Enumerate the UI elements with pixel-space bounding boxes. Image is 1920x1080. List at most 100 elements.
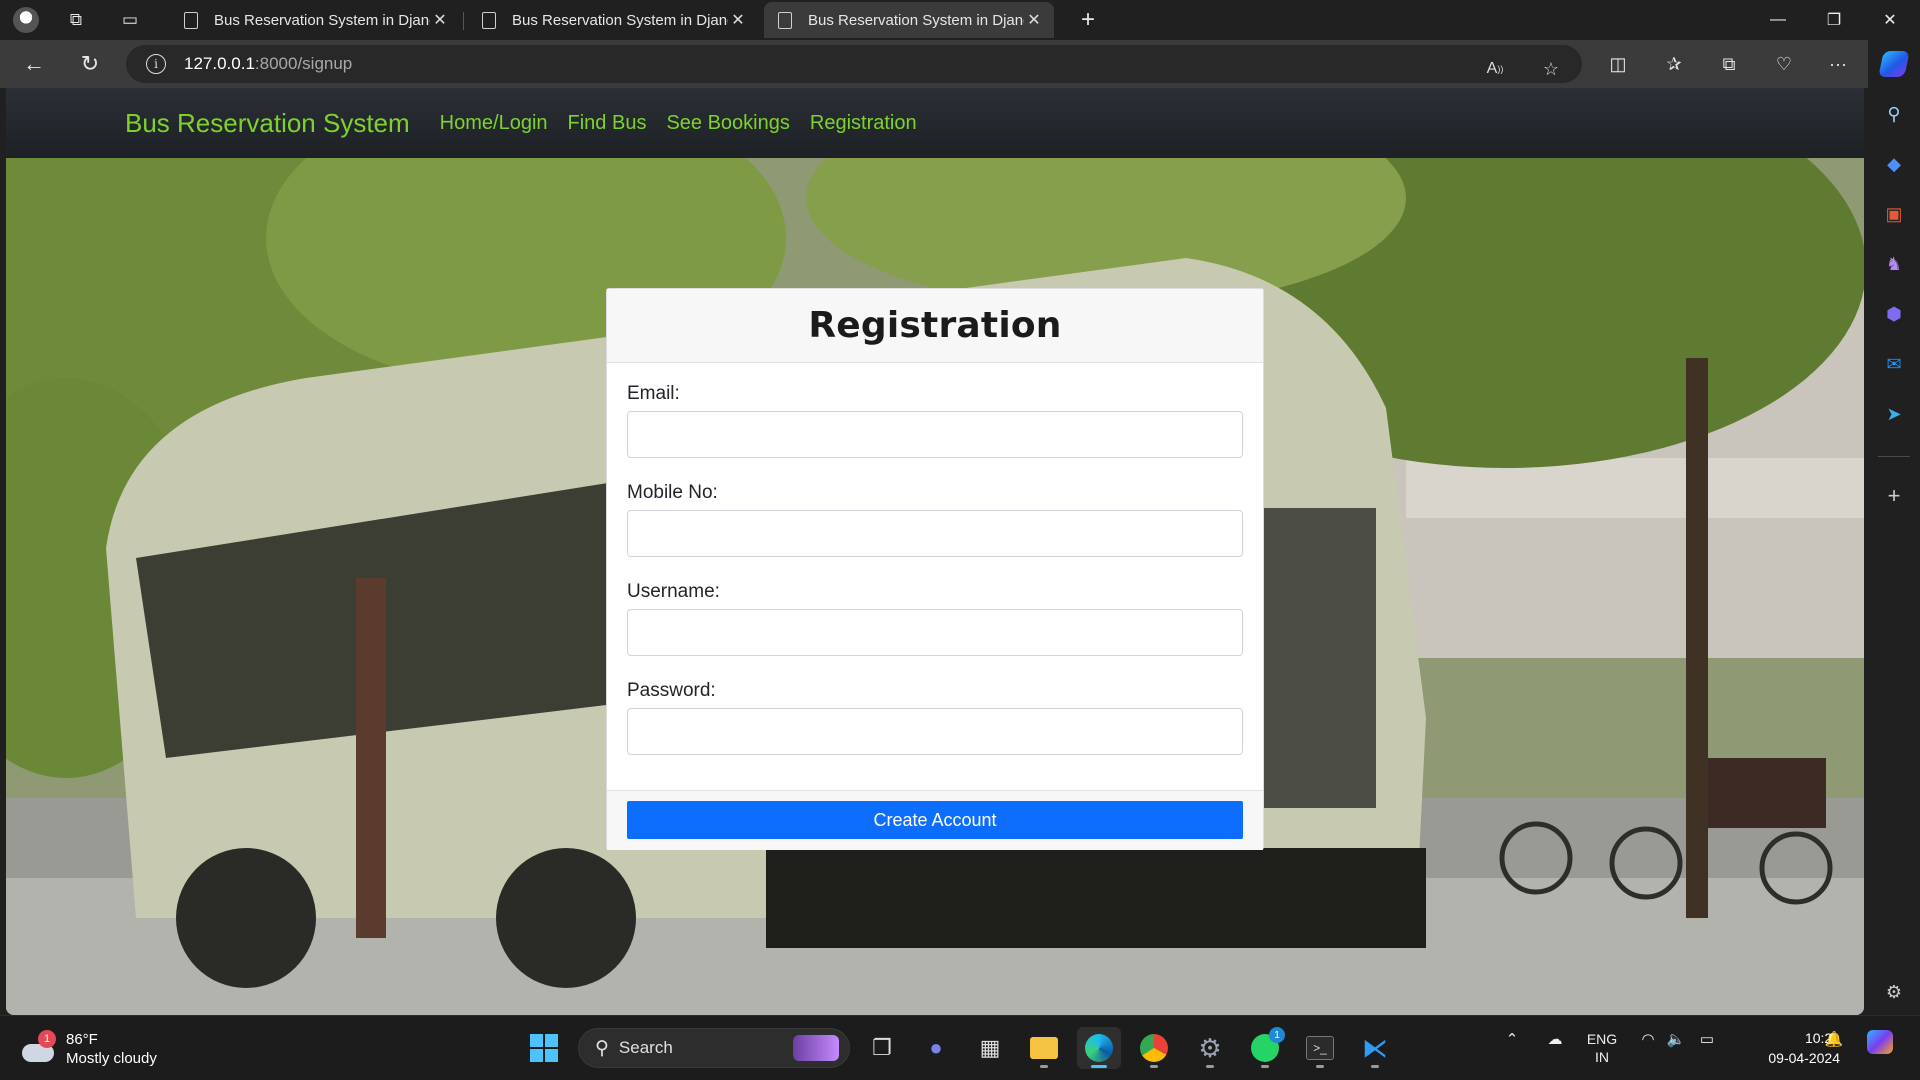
read-aloud-icon[interactable]: A)) xyxy=(1478,52,1512,86)
notifications-bell-icon[interactable]: 🔔 xyxy=(1822,1030,1846,1048)
more-options-icon[interactable]: ··· xyxy=(1818,47,1858,81)
registration-form: Email: Mobile No: Username: Password: xyxy=(607,363,1263,755)
weather-badge: 1 xyxy=(38,1030,56,1048)
whatsapp-badge: 1 xyxy=(1269,1027,1285,1043)
onedrive-icon[interactable]: ☁ xyxy=(1540,1030,1570,1048)
minimize-button[interactable]: — xyxy=(1750,0,1806,40)
password-label: Password: xyxy=(627,680,716,701)
taskbar-search[interactable]: ⚲ Search xyxy=(578,1028,850,1068)
refresh-button[interactable]: ↻ xyxy=(72,47,108,81)
mobile-field[interactable] xyxy=(627,510,1243,557)
close-icon[interactable]: ✕ xyxy=(1024,10,1044,30)
workspaces-icon[interactable]: ⧉ xyxy=(58,4,94,36)
search-icon: ⚲ xyxy=(595,1037,609,1059)
tab-3-active[interactable]: Bus Reservation System in Django ✕ xyxy=(764,2,1054,38)
edge-browser-icon[interactable] xyxy=(1077,1027,1121,1069)
close-icon[interactable]: ✕ xyxy=(728,10,748,30)
sidebar-settings-icon[interactable]: ⚙ xyxy=(1876,974,1912,1010)
browser-essentials-icon[interactable]: ♡ xyxy=(1764,47,1804,81)
microsoft-store-icon[interactable]: ▦ xyxy=(968,1027,1012,1069)
task-view-icon[interactable]: ❐ xyxy=(860,1027,904,1069)
vscode-icon[interactable]: ⧔ xyxy=(1353,1027,1397,1069)
mobile-label: Mobile No: xyxy=(627,482,718,503)
site-navbar: Bus Reservation System Home/Login Find B… xyxy=(6,88,1864,158)
site-brand[interactable]: Bus Reservation System xyxy=(125,108,410,139)
nav-link-see-bookings[interactable]: See Bookings xyxy=(666,112,789,135)
teams-chat-icon[interactable]: ● xyxy=(914,1027,958,1069)
close-icon[interactable]: ✕ xyxy=(430,10,450,30)
weather-temperature: 86°F xyxy=(66,1031,98,1048)
cloud-icon: 1 xyxy=(20,1030,56,1064)
edge-sidebar xyxy=(1868,40,1920,1015)
address-bar[interactable]: i 127.0.0.1:8000/signup A)) ☆ xyxy=(126,45,1582,83)
back-button[interactable]: ← xyxy=(16,47,52,81)
search-highlight-icon xyxy=(793,1035,839,1061)
favorites-icon[interactable]: ✰ xyxy=(1654,47,1694,81)
password-field[interactable] xyxy=(627,708,1243,755)
drop-icon[interactable]: ➤ xyxy=(1876,396,1912,432)
collections-icon[interactable]: ⧉ xyxy=(1709,47,1749,81)
url-path: :8000/signup xyxy=(254,54,353,73)
nav-link-home-login[interactable]: Home/Login xyxy=(440,112,548,135)
nav-link-find-bus[interactable]: Find Bus xyxy=(568,112,647,135)
window-close-button[interactable]: ✕ xyxy=(1862,0,1918,40)
weather-widget[interactable]: 1 86°F Mostly cloudy xyxy=(20,1030,157,1068)
info-icon[interactable]: i xyxy=(146,54,166,74)
url-host: 127.0.0.1 xyxy=(184,54,255,73)
region-code: IN xyxy=(1595,1049,1609,1065)
web-page-viewport: Bus Reservation System Home/Login Find B… xyxy=(6,88,1864,1015)
registration-card: Registration Email: Mobile No: Username:… xyxy=(606,288,1264,850)
profile-avatar[interactable] xyxy=(8,4,44,36)
language-code: ENG xyxy=(1586,1031,1618,1047)
tab-divider xyxy=(463,12,464,30)
clock-date: 09-04-2024 xyxy=(1768,1050,1840,1066)
sidebar-divider xyxy=(1878,456,1910,457)
language-indicator[interactable]: ENG IN xyxy=(1580,1030,1624,1066)
document-icon xyxy=(184,11,198,29)
windows-taskbar: 1 86°F Mostly cloudy ⚲ Search ❐ ● ▦ ⚙ 1 xyxy=(0,1015,1920,1080)
games-icon[interactable]: ♞ xyxy=(1876,246,1912,282)
browser-tab-strip: ⧉ ▭ Bus Reservation System in Django ✕ B… xyxy=(0,0,1920,40)
email-field[interactable] xyxy=(627,411,1243,458)
shopping-tag-icon[interactable]: ◆ xyxy=(1876,146,1912,182)
tab-title: Bus Reservation System in Django xyxy=(808,11,1024,29)
username-label: Username: xyxy=(627,581,720,602)
tab-1[interactable]: Bus Reservation System in Django ✕ xyxy=(170,2,460,38)
tab-title: Bus Reservation System in Django xyxy=(512,11,728,29)
wifi-icon[interactable]: ◠ xyxy=(1636,1030,1660,1048)
split-screen-icon[interactable]: ◫ xyxy=(1598,47,1638,81)
vertical-tabs-icon[interactable]: ▭ xyxy=(112,4,148,36)
whatsapp-icon[interactable]: 1 xyxy=(1243,1027,1287,1069)
weather-description: Mostly cloudy xyxy=(66,1050,157,1067)
terminal-icon[interactable]: >_ xyxy=(1298,1027,1342,1069)
tools-icon[interactable]: ▣ xyxy=(1876,196,1912,232)
search-label: Search xyxy=(618,1038,673,1057)
email-label: Email: xyxy=(627,383,680,404)
nav-link-registration[interactable]: Registration xyxy=(810,112,917,135)
settings-gear-icon[interactable]: ⚙ xyxy=(1188,1027,1232,1069)
new-tab-button[interactable]: + xyxy=(1070,4,1106,36)
document-icon xyxy=(482,11,496,29)
create-account-button[interactable]: Create Account xyxy=(627,801,1243,839)
copilot-icon[interactable] xyxy=(1872,44,1916,84)
search-icon[interactable]: ⚲ xyxy=(1876,96,1912,132)
tab-title: Bus Reservation System in Django xyxy=(214,11,430,29)
card-header: Registration xyxy=(607,289,1263,363)
copilot-taskbar-icon[interactable] xyxy=(1864,1030,1896,1054)
file-explorer-icon[interactable] xyxy=(1022,1027,1066,1069)
card-footer: Create Account xyxy=(607,790,1263,850)
restore-button[interactable]: ❐ xyxy=(1806,0,1862,40)
battery-icon[interactable]: ▭ xyxy=(1694,1030,1720,1048)
outlook-icon[interactable]: ✉ xyxy=(1876,346,1912,382)
add-sidebar-app-icon[interactable]: + xyxy=(1876,478,1912,514)
microsoft-365-icon[interactable]: ⬢ xyxy=(1876,296,1912,332)
volume-icon[interactable]: 🔈 xyxy=(1664,1030,1688,1048)
chrome-icon[interactable] xyxy=(1132,1027,1176,1069)
favorite-star-icon[interactable]: ☆ xyxy=(1534,52,1568,86)
start-icon[interactable] xyxy=(522,1027,566,1069)
username-field[interactable] xyxy=(627,609,1243,656)
page-title: Registration xyxy=(808,305,1062,346)
tab-2[interactable]: Bus Reservation System in Django ✕ xyxy=(468,2,758,38)
browser-toolbar: ← ↻ i 127.0.0.1:8000/signup A)) ☆ ◫ ✰ ⧉ … xyxy=(0,40,1920,88)
show-hidden-icons[interactable]: ⌃ xyxy=(1500,1030,1524,1048)
